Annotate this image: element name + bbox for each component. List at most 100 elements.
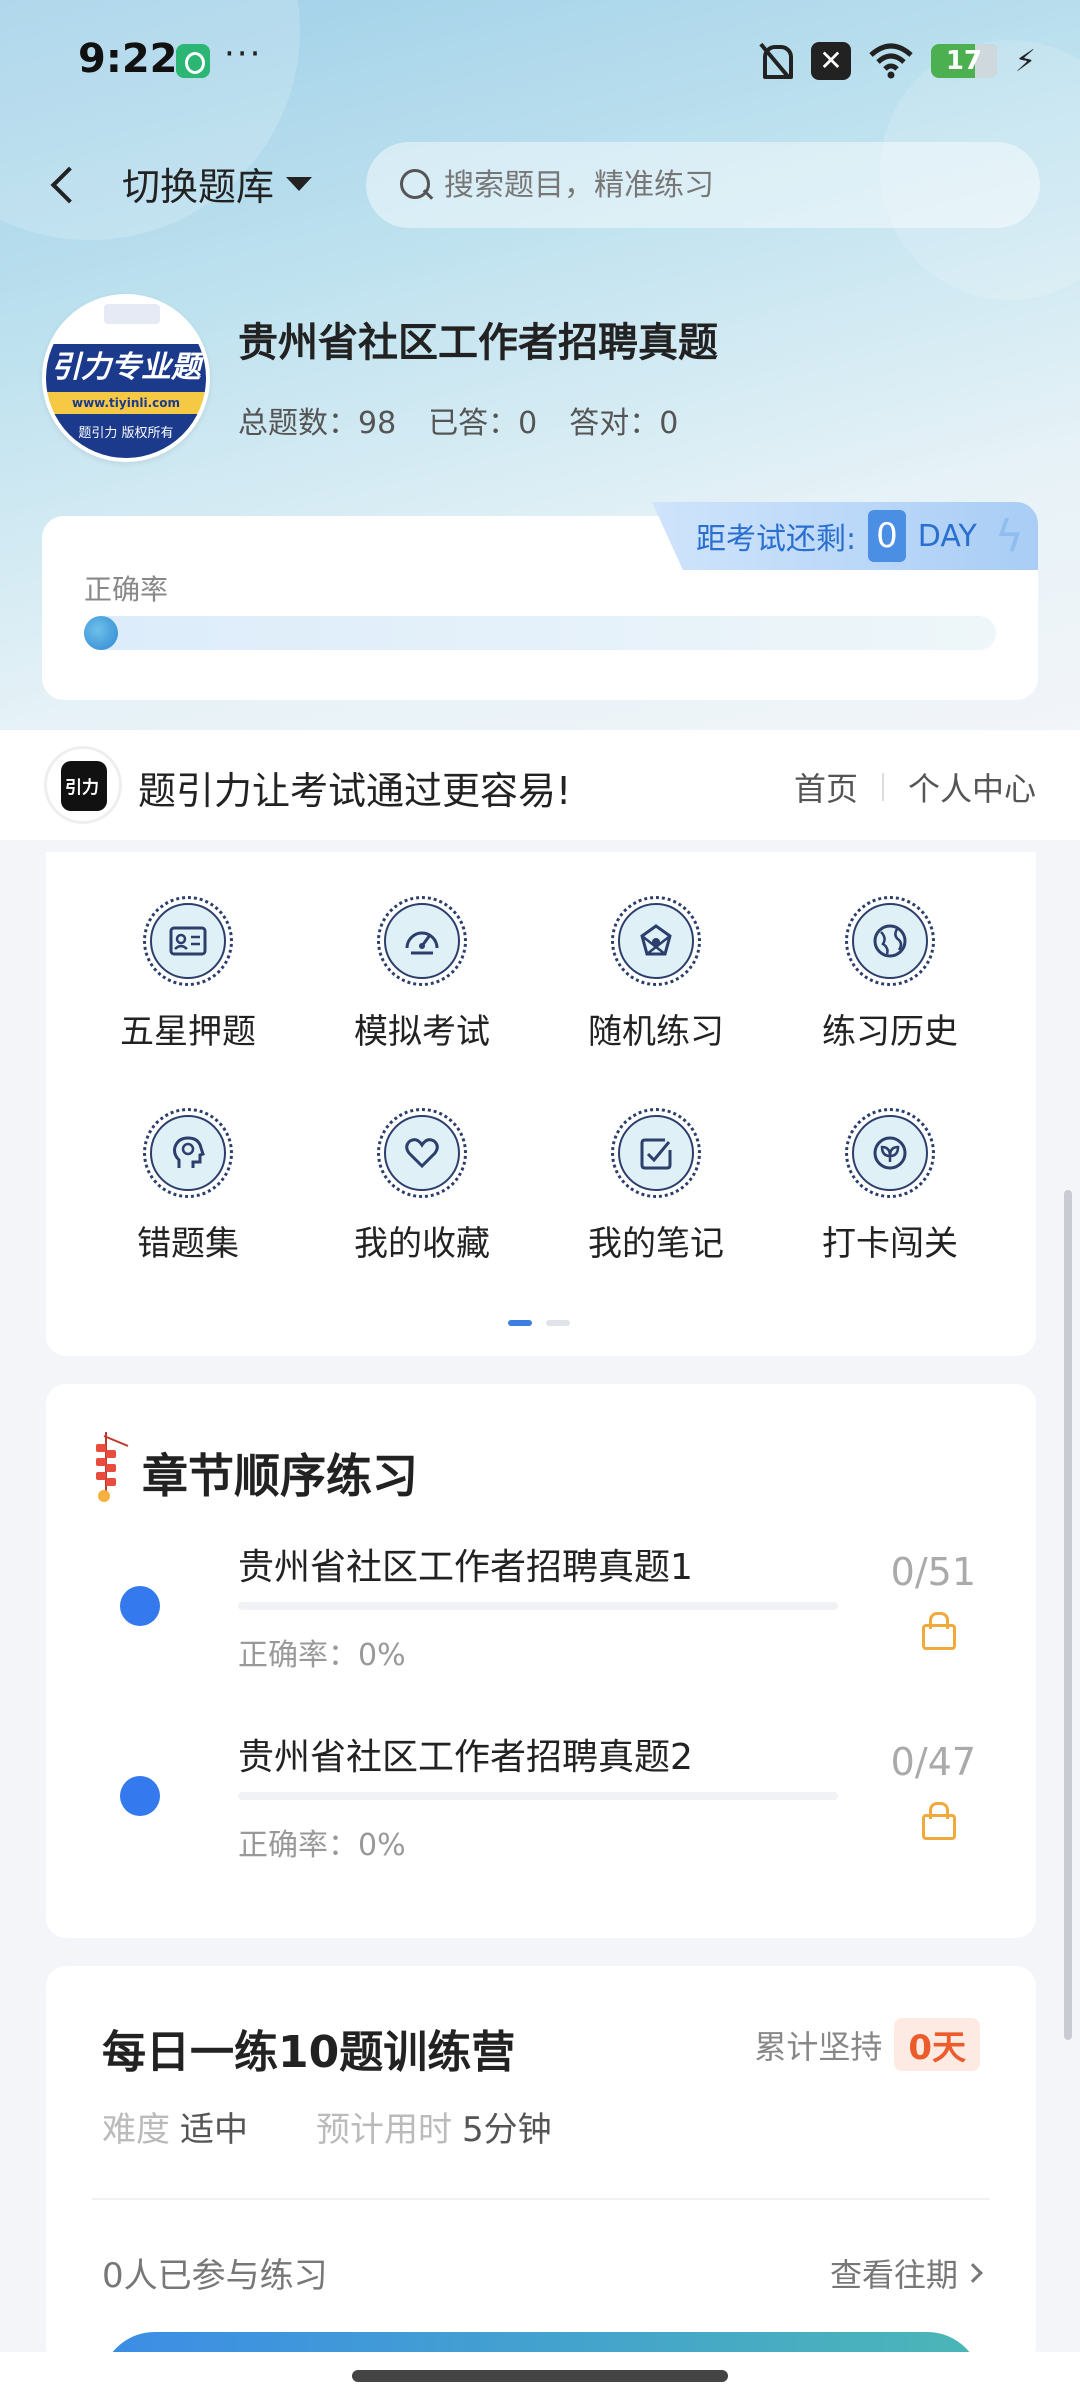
- chapter-row[interactable]: 贵州省社区工作者招聘真题2 正确率：0% 0/47: [46, 1724, 1036, 1884]
- leaf-badge-icon: [873, 1136, 907, 1170]
- battery-icon: 17: [930, 44, 997, 78]
- time-label: 预计用时: [316, 2110, 452, 2150]
- head-icon: [173, 1136, 205, 1168]
- chapter-title: 贵州省社区工作者招聘真题1: [238, 1547, 693, 1588]
- daily-practice-card: 每日一练10题训练营 累计坚持 0天 难度 适中 预计用时 5分钟 0人已参与练…: [46, 1966, 1036, 2366]
- search-input[interactable]: [444, 167, 1004, 203]
- exam-countdown-label: 距考试还剩:: [696, 522, 857, 557]
- chapter-progress-bar: [238, 1792, 838, 1800]
- accuracy-card: 距考试还剩: 0 DAY ϟ 正确率: [42, 502, 1038, 700]
- feature-label: 我的笔记: [588, 1224, 724, 1264]
- feature-label: 随机练习: [588, 1012, 724, 1052]
- switch-bank-button[interactable]: 切换题库: [122, 156, 313, 211]
- chapter-progress-bar: [238, 1602, 838, 1610]
- shuffle-icon: [640, 924, 672, 956]
- pager-dot[interactable]: [546, 1320, 570, 1326]
- bank-stats: 总题数：98 已答：0 答对：0: [238, 398, 678, 442]
- feature-check-in[interactable]: 打卡闯关: [790, 1108, 990, 1288]
- difficulty-label: 难度: [102, 2110, 170, 2150]
- feature-five-star[interactable]: 五星押题: [88, 896, 288, 1076]
- logo-footer: 题引力 版权所有: [46, 414, 206, 458]
- feature-history[interactable]: 练习历史: [790, 896, 990, 1076]
- exam-countdown-value: 0: [868, 510, 906, 562]
- note-check-icon: [640, 1138, 672, 1170]
- lock-icon: [922, 1802, 956, 1840]
- pager-dot-active[interactable]: [508, 1320, 532, 1326]
- feature-favorites[interactable]: 我的收藏: [322, 1108, 522, 1288]
- exam-countdown: 距考试还剩: 0 DAY ϟ: [652, 502, 1038, 570]
- mute-bell-icon: [757, 41, 793, 81]
- chapter-accuracy: 正确率：0%: [238, 1638, 406, 1673]
- nav-profile-link[interactable]: 个人中心: [908, 764, 1036, 810]
- id-card-icon: [169, 926, 207, 956]
- view-history-label: 查看往期: [829, 2256, 958, 2294]
- total-count: 总题数：98: [238, 406, 397, 441]
- search-icon: [398, 167, 434, 203]
- banner-nav: 首页 个人中心: [794, 764, 1036, 810]
- lock-icon: [922, 1612, 956, 1650]
- answered-count: 已答：0: [428, 406, 538, 441]
- status-icons: ✕ 17 ⚡: [757, 38, 1036, 84]
- feature-label: 模拟考试: [354, 1012, 490, 1052]
- charging-icon: ⚡: [1014, 43, 1036, 79]
- divider: [92, 2198, 990, 2200]
- feature-label: 错题集: [137, 1224, 239, 1264]
- view-history-link[interactable]: 查看往期: [829, 2250, 983, 2296]
- battery-level: 17: [945, 46, 983, 76]
- logo-text: 引力专业题: [46, 344, 206, 392]
- search-bar[interactable]: [366, 142, 1040, 228]
- wifi-icon: [869, 43, 913, 79]
- feature-label: 五星押题: [120, 1012, 256, 1052]
- scrollbar[interactable]: [1064, 1190, 1072, 2040]
- feature-notes[interactable]: 我的笔记: [556, 1108, 756, 1288]
- bank-logo: 引力专业题 www.tiyinli.com 题引力 版权所有: [42, 294, 210, 462]
- feature-random-practice[interactable]: 随机练习: [556, 896, 756, 1076]
- feature-label: 我的收藏: [354, 1224, 490, 1264]
- home-indicator[interactable]: [352, 2370, 728, 2382]
- chapter-count: 0/47: [890, 1740, 976, 1784]
- app-x-icon: ✕: [810, 42, 851, 80]
- chapter-accuracy: 正确率：0%: [238, 1828, 406, 1863]
- chapter-count: 0/51: [890, 1550, 976, 1594]
- daily-meta: 难度 适中 预计用时 5分钟: [102, 2102, 610, 2151]
- chapter-practice-card: 章节顺序练习 贵州省社区工作者招聘真题1 正确率：0% 0/51 贵州省社区工作…: [46, 1384, 1036, 1938]
- globe-icon: [873, 924, 907, 958]
- chevron-right-icon: [963, 2263, 983, 2283]
- accuracy-progress-indicator: [84, 616, 118, 650]
- grid-pager: [508, 1320, 570, 1326]
- nav-home-link[interactable]: 首页: [794, 764, 858, 810]
- lightning-icon: ϟ: [994, 510, 1024, 562]
- chapter-dot: [120, 1586, 160, 1626]
- streak-label: 累计坚持: [754, 2027, 883, 2066]
- brand-logo: [44, 746, 122, 824]
- back-button[interactable]: [44, 160, 84, 210]
- firecracker-icon: [96, 1432, 129, 1502]
- bank-title: 贵州省社区工作者招聘真题: [238, 320, 718, 366]
- slogan-text: 题引力让考试通过更容易!: [138, 769, 572, 813]
- gauge-icon: [405, 931, 439, 955]
- chapter-section-title: 章节顺序练习: [142, 1449, 418, 1503]
- accuracy-progress-track: [84, 616, 996, 650]
- status-time: 9:22: [78, 36, 178, 82]
- chapter-title: 贵州省社区工作者招聘真题2: [238, 1737, 693, 1778]
- feature-wrong-questions[interactable]: 错题集: [88, 1108, 288, 1288]
- more-notifications-icon: ···: [224, 34, 263, 74]
- caret-down-icon: [286, 176, 313, 191]
- app-notification-icon: [176, 44, 210, 78]
- streak-badge: 0天: [894, 2018, 980, 2071]
- accuracy-label: 正确率: [84, 573, 169, 606]
- feature-label: 练习历史: [822, 1012, 958, 1052]
- chapter-row[interactable]: 贵州省社区工作者招聘真题1 正确率：0% 0/51: [46, 1534, 1036, 1694]
- feature-grid: 五星押题 模拟考试 随机练习 练习历史 错题集 我的收藏 我的笔记 打卡闯关: [46, 852, 1036, 1356]
- heart-icon: [405, 1138, 439, 1169]
- chapter-dot: [120, 1776, 160, 1816]
- switch-bank-label: 切换题库: [122, 165, 275, 209]
- feature-label: 打卡闯关: [822, 1224, 958, 1264]
- difficulty-value: 适中: [180, 2110, 248, 2150]
- status-bar: 9:22 ··· ✕ 17 ⚡: [0, 0, 1080, 120]
- feature-mock-exam[interactable]: 模拟考试: [322, 896, 522, 1076]
- participants-count: 0人已参与练习: [102, 2256, 328, 2296]
- exam-countdown-unit: DAY: [917, 518, 977, 554]
- streak: 累计坚持 0天: [754, 2018, 980, 2071]
- correct-count: 答对：0: [569, 406, 679, 441]
